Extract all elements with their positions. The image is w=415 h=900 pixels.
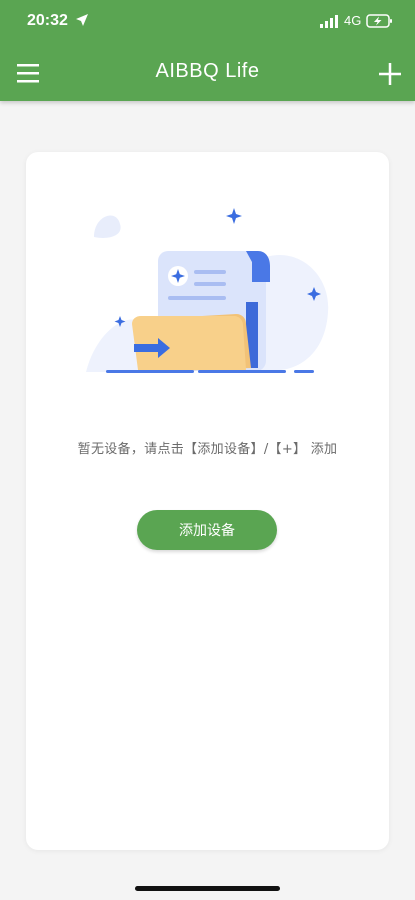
empty-state-card: 暂无设备，请点击【添加设备】/【+】 添加 添加设备 [26,152,389,850]
add-device-button[interactable]: 添加设备 [137,510,277,550]
signal-bars-icon [320,15,338,28]
network-type: 4G [344,13,362,28]
status-bar: 20:32 4G [0,0,415,44]
empty-state-message: 暂无设备，请点击【添加设备】/【+】 添加 [77,442,338,457]
empty-folder-document-illustration [86,208,329,373]
page-title: AIBBQ Life [155,60,260,82]
app-bar: 20:32 4G AIBBQ Life [0,0,415,101]
status-time: 20:32 [27,12,68,29]
battery-charging-icon [366,14,392,28]
plus-icon[interactable] [378,62,402,86]
home-indicator [135,886,280,891]
location-arrow-icon [76,14,88,26]
